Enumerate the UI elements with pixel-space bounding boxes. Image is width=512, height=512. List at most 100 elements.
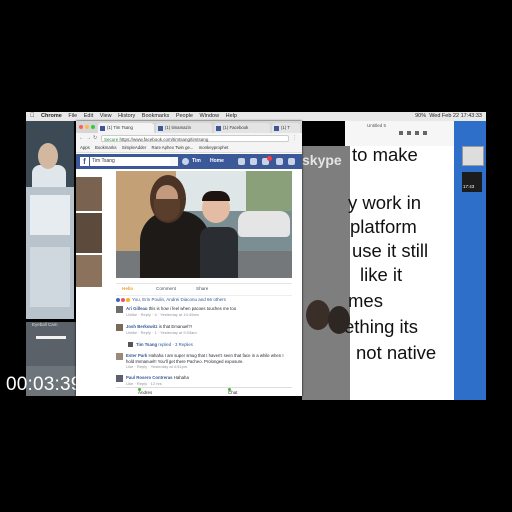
comment-author[interactable]: Ester Park bbox=[126, 353, 147, 358]
comment-meta[interactable]: Like · Reply · 12 hrs bbox=[126, 381, 162, 386]
reload-icon[interactable]: ↻ bbox=[93, 135, 97, 141]
avatar[interactable] bbox=[116, 353, 123, 360]
reply-author[interactable]: Tim Tsang bbox=[136, 342, 157, 347]
profile-link[interactable]: Tim bbox=[192, 157, 201, 166]
reactions-summary[interactable]: You, Erin Poulin, Andrei Diaconu and 66 … bbox=[116, 295, 292, 304]
help-icon[interactable] bbox=[276, 158, 283, 165]
avatar[interactable] bbox=[116, 375, 123, 382]
comment-author[interactable]: Paul Rosero Contreras bbox=[126, 375, 173, 380]
avatar[interactable] bbox=[116, 306, 123, 313]
comment: Ester Park Hahaha I am super smug that I… bbox=[116, 353, 292, 373]
tab-t[interactable]: (1) T bbox=[272, 123, 300, 133]
menu-file[interactable]: File bbox=[68, 112, 77, 121]
comment-text: this is how i feel when pacoes touches m… bbox=[148, 306, 237, 311]
slide-thumbnail[interactable] bbox=[462, 146, 484, 166]
menu-help[interactable]: Help bbox=[226, 112, 237, 121]
photo-thumbnail[interactable] bbox=[76, 255, 102, 287]
back-icon[interactable]: ← bbox=[79, 135, 84, 141]
search-icon[interactable] bbox=[170, 157, 178, 166]
avatar[interactable] bbox=[182, 158, 189, 165]
chat-contact-name: Andres Azzolina bbox=[138, 390, 153, 395]
skype-participant bbox=[306, 300, 330, 330]
slide-line: mes bbox=[348, 290, 383, 311]
slide-line: like it bbox=[360, 264, 403, 285]
apple-icon[interactable]:  bbox=[30, 112, 35, 121]
like-button[interactable]: Hello bbox=[122, 284, 133, 294]
like-reaction-icon bbox=[116, 297, 120, 302]
account-menu-icon[interactable] bbox=[288, 158, 295, 165]
facebook-search-input[interactable]: Tim Tsang bbox=[90, 157, 170, 166]
messages-icon[interactable] bbox=[250, 158, 257, 165]
love-reaction-icon bbox=[121, 297, 125, 302]
menu-window[interactable]: Window bbox=[200, 112, 220, 121]
url-text: https://www.facebook.com/timtsang/timtsa… bbox=[119, 137, 209, 142]
clock: Wed Feb 22 17:43:33 bbox=[429, 113, 482, 119]
facebook-favicon-icon bbox=[100, 126, 105, 131]
comment: Ari Gilleau this is how i feel when paco… bbox=[116, 306, 292, 322]
avatar[interactable] bbox=[116, 324, 123, 331]
replies-link[interactable]: replied · 3 Replies bbox=[158, 342, 193, 347]
skype-logo: skype bbox=[302, 152, 342, 168]
facebook-favicon-icon bbox=[216, 126, 221, 131]
video-thumbnail[interactable]: 17:43 bbox=[462, 172, 482, 192]
tool-icon[interactable] bbox=[415, 131, 419, 135]
comment-meta[interactable]: Like · Reply · Yesterday at 4:51pm bbox=[126, 364, 187, 369]
photo-thumbnail[interactable] bbox=[76, 213, 102, 253]
url-input[interactable]: Secure https://www.facebook.com/timtsang… bbox=[101, 135, 289, 142]
bookmark-bookmarks[interactable]: Bookmarks bbox=[95, 145, 117, 150]
tool-icon[interactable] bbox=[399, 131, 403, 135]
menu-edit[interactable]: Edit bbox=[84, 112, 93, 121]
post-photo[interactable] bbox=[116, 171, 292, 278]
bookmark-simpleadder[interactable]: SimpleAdder bbox=[122, 145, 147, 150]
camera-label: Eyeball Cam bbox=[32, 322, 58, 327]
photo-thumbnail[interactable] bbox=[76, 177, 102, 211]
tool-icon[interactable] bbox=[423, 131, 427, 135]
menu-view[interactable]: View bbox=[100, 112, 112, 121]
comment-text: Hahaha bbox=[173, 375, 189, 380]
tab-label: (1) Facebook bbox=[223, 125, 249, 130]
reactions-text: You, Erin Poulin, Andrei Diaconu and 66 … bbox=[132, 297, 226, 302]
tab-label: (1) T bbox=[281, 125, 290, 130]
webcam-baby bbox=[26, 121, 74, 187]
menu-people[interactable]: People bbox=[176, 112, 193, 121]
bookmark-monkeyprophet[interactable]: monkeyprophet bbox=[199, 145, 229, 150]
share-button[interactable]: Share bbox=[196, 284, 208, 294]
maximize-window-icon[interactable] bbox=[91, 125, 95, 129]
chrome-window: (1) Tim Tsang (1) timamazin (1) Facebook… bbox=[76, 121, 302, 396]
home-link[interactable]: Home bbox=[210, 157, 224, 166]
bookmark-aphex-twin[interactable]: Rare Aphex Twin ge... bbox=[152, 145, 194, 150]
secure-label: Secure bbox=[104, 137, 119, 142]
thumbnail-time: 17:43 bbox=[463, 184, 475, 189]
tab-label: (1) Tim Tsang bbox=[107, 125, 133, 130]
comment-meta[interactable]: Unlike · Reply · 4 · Yesterday at 10:49a… bbox=[126, 312, 199, 317]
bookmark-apps[interactable]: Apps bbox=[80, 145, 90, 150]
tab-timamazin[interactable]: (1) timamazin bbox=[156, 123, 212, 133]
tab-facebook[interactable]: (1) Facebook bbox=[214, 123, 270, 133]
profile-photos-column bbox=[76, 177, 102, 287]
comment-meta[interactable]: Unlike · Reply · 1 · Yesterday at 9:03am bbox=[126, 330, 197, 335]
friend-requests-icon[interactable] bbox=[238, 158, 245, 165]
document-title: Untitled 5 bbox=[367, 123, 387, 128]
comment-author[interactable]: Josh Berkowitz bbox=[126, 324, 158, 329]
menu-bookmarks[interactable]: Bookmarks bbox=[142, 112, 170, 121]
comment-replies[interactable]: Tim Tsang replied · 3 Replies bbox=[128, 342, 292, 349]
menubar-status: 90% Wed Feb 22 17:43:33 bbox=[415, 112, 482, 121]
forward-icon[interactable]: → bbox=[86, 135, 91, 141]
minimize-window-icon[interactable] bbox=[85, 125, 89, 129]
menu-history[interactable]: History bbox=[118, 112, 135, 121]
facebook-logo-icon[interactable]: f bbox=[80, 157, 89, 166]
menu-icon[interactable]: ⋮ bbox=[292, 135, 297, 141]
slide-line: not native bbox=[356, 342, 437, 363]
menu-chrome[interactable]: Chrome bbox=[41, 112, 62, 121]
avatar bbox=[128, 342, 133, 347]
address-bar-row: ← → ↻ Secure https://www.facebook.com/ti… bbox=[76, 133, 302, 144]
comment-button[interactable]: Comment bbox=[156, 284, 176, 294]
mac-menubar:  Chrome File Edit View History Bookmark… bbox=[26, 112, 486, 121]
chat-label: Chat (77) bbox=[228, 390, 238, 395]
facebook-favicon-icon bbox=[158, 126, 163, 131]
tab-tim-tsang[interactable]: (1) Tim Tsang bbox=[98, 123, 154, 133]
comment-author[interactable]: Ari Gilleau bbox=[126, 306, 148, 311]
slide-line: platform bbox=[350, 216, 417, 237]
tool-icon[interactable] bbox=[407, 131, 411, 135]
close-window-icon[interactable] bbox=[79, 125, 83, 129]
